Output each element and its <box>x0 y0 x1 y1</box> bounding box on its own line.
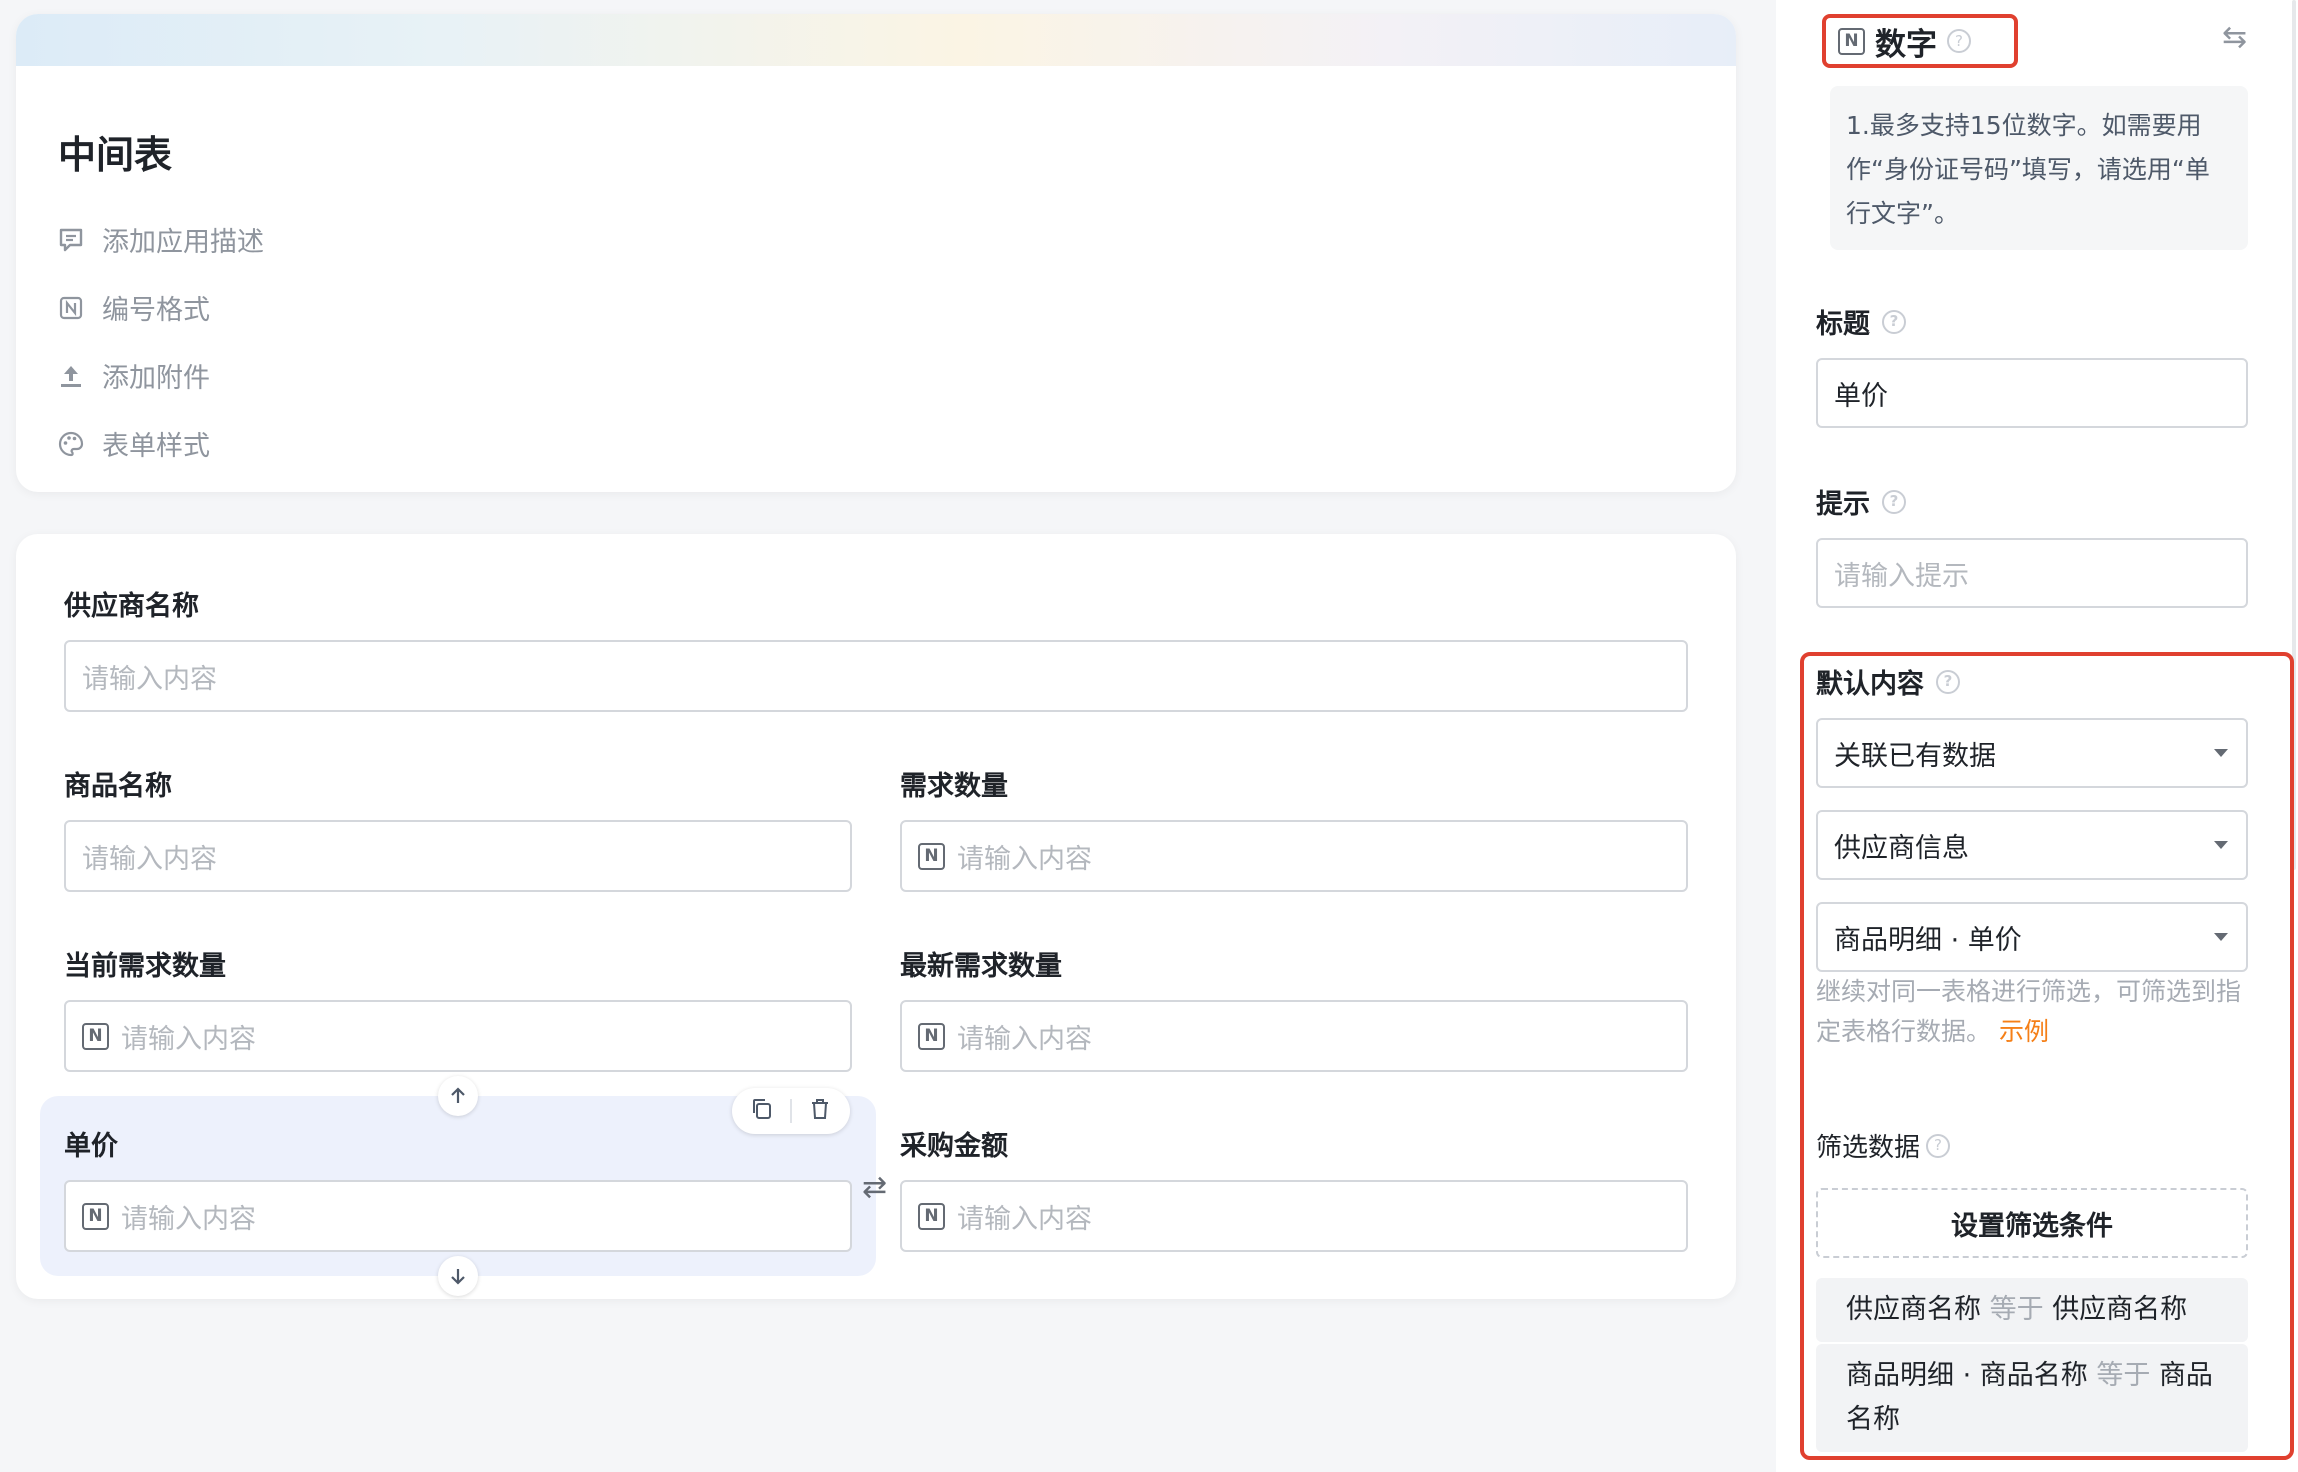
meta-label: 添加应用描述 <box>102 227 264 258</box>
field-label: 供应商名称 <box>64 591 199 622</box>
switch-type-icon[interactable]: ⇆ <box>2222 20 2247 55</box>
demand-quantity-input[interactable]: N 请输入内容 <box>900 820 1688 892</box>
number-icon: N <box>82 1202 109 1230</box>
trash-icon[interactable] <box>808 1097 832 1125</box>
number-icon: N <box>918 842 945 870</box>
hint-placeholder: 请输入提示 <box>1834 560 1969 592</box>
caret-down-icon <box>2214 933 2228 941</box>
hint-label: 提示 ? <box>1816 482 1906 521</box>
number-icon: N <box>918 1022 945 1050</box>
source-field-select[interactable]: 商品明细 · 单价 <box>1816 902 2248 972</box>
help-icon[interactable]: ? <box>1882 489 1906 514</box>
default-label-text: 默认内容 <box>1816 669 1924 700</box>
filter-condition[interactable]: 商品明细 · 商品名称 等于 商品名称 <box>1816 1344 2248 1452</box>
field-label: 商品名称 <box>64 771 172 802</box>
help-icon[interactable]: ? <box>1936 669 1960 694</box>
filter-data-label: 筛选数据 ? <box>1816 1127 1951 1164</box>
meta-label: 添加附件 <box>102 363 210 394</box>
number-format-link[interactable]: 编号格式 <box>56 288 210 327</box>
field-label: 需求数量 <box>900 771 1008 802</box>
default-mode-select[interactable]: 关联已有数据 <box>1816 718 2248 788</box>
swap-column-icon[interactable]: ⇄ <box>862 1170 887 1205</box>
condition-operator: 等于 <box>2096 1360 2151 1391</box>
filter-label-text: 筛选数据 <box>1816 1133 1921 1163</box>
number-icon: N <box>82 1022 109 1050</box>
app-header-card: 中间表 添加应用描述 编号格式 添加附件 表单样式 <box>16 14 1736 492</box>
toolbar-divider <box>790 1099 792 1123</box>
arrow-up-icon <box>451 1087 465 1103</box>
current-demand-input[interactable]: N 请输入内容 <box>64 1000 852 1072</box>
move-down-button[interactable] <box>438 1256 478 1296</box>
comment-icon <box>56 225 86 255</box>
meta-label: 编号格式 <box>102 295 210 326</box>
field-label: 采购金额 <box>900 1131 1008 1162</box>
copy-icon[interactable] <box>750 1097 774 1125</box>
form-canvas: 中间表 添加应用描述 编号格式 添加附件 表单样式 ⇄ 供应商名称 请输入内容 … <box>0 0 1760 1472</box>
condition-operator: 等于 <box>1989 1294 2044 1325</box>
product-name-input[interactable]: 请输入内容 <box>64 820 852 892</box>
caret-down-icon <box>2214 841 2228 849</box>
title-label-text: 标题 <box>1816 309 1870 340</box>
upload-icon <box>56 361 86 391</box>
add-description-link[interactable]: 添加应用描述 <box>56 220 264 259</box>
input-placeholder: 请输入内容 <box>957 1203 1092 1235</box>
arrow-down-icon <box>451 1269 465 1285</box>
data-source-select[interactable]: 供应商信息 <box>1816 810 2248 880</box>
field-type-header: N 数字 ? <box>1822 14 2018 68</box>
meta-label: 表单样式 <box>102 431 210 462</box>
condition-right: 供应商名称 <box>2052 1294 2188 1325</box>
condition-left: 商品明细 · 商品名称 <box>1846 1360 2088 1391</box>
input-placeholder: 请输入内容 <box>957 843 1092 875</box>
field-label: 当前需求数量 <box>64 951 226 982</box>
app-title[interactable]: 中间表 <box>58 124 172 179</box>
form-style-link[interactable]: 表单样式 <box>56 424 210 463</box>
title-input[interactable]: 单价 <box>1816 358 2248 428</box>
help-icon[interactable]: ? <box>1947 29 1971 53</box>
input-placeholder: 请输入内容 <box>121 1203 256 1235</box>
header-banner <box>16 14 1736 66</box>
help-icon[interactable]: ? <box>1926 1133 1951 1158</box>
number-icon: N <box>1838 27 1865 55</box>
input-placeholder: 请输入内容 <box>82 843 217 875</box>
add-attachment-link[interactable]: 添加附件 <box>56 356 210 395</box>
help-icon[interactable]: ? <box>1882 309 1906 334</box>
caret-down-icon <box>2214 749 2228 757</box>
supplier-name-input[interactable]: 请输入内容 <box>64 640 1688 712</box>
hint-input[interactable]: 请输入提示 <box>1816 538 2248 608</box>
field-label: 最新需求数量 <box>900 951 1062 982</box>
palette-icon <box>56 429 86 459</box>
hint-label-text: 提示 <box>1816 489 1870 520</box>
field-label: 单价 <box>64 1131 118 1162</box>
unit-price-input[interactable]: N 请输入内容 <box>64 1180 852 1252</box>
select-value: 商品明细 · 单价 <box>1834 924 2022 956</box>
input-placeholder: 请输入内容 <box>957 1023 1092 1055</box>
filter-condition[interactable]: 供应商名称 等于 供应商名称 <box>1816 1278 2248 1342</box>
condition-left: 供应商名称 <box>1846 1294 1981 1325</box>
input-placeholder: 请输入内容 <box>82 663 217 695</box>
select-value: 关联已有数据 <box>1834 740 1996 772</box>
default-content-label: 默认内容 ? <box>1816 662 1960 701</box>
example-link[interactable]: 示例 <box>1999 1017 2049 1046</box>
purchase-amount-input[interactable]: N 请输入内容 <box>900 1180 1688 1252</box>
latest-demand-input[interactable]: N 请输入内容 <box>900 1000 1688 1072</box>
input-placeholder: 请输入内容 <box>121 1023 256 1055</box>
filter-hint: 继续对同一表格进行筛选，可筛选到指定表格行数据。 示例 <box>1816 972 2256 1052</box>
number-icon <box>56 293 86 323</box>
field-toolbar <box>732 1088 850 1134</box>
title-label: 标题 ? <box>1816 302 1906 341</box>
move-up-button[interactable] <box>438 1076 478 1116</box>
select-value: 供应商信息 <box>1834 832 1969 864</box>
number-icon: N <box>918 1202 945 1230</box>
title-input-value: 单价 <box>1834 380 1888 412</box>
type-note: 1.最多支持15位数字。如需要用作“身份证号码”填写，请选用“单行文字”。 <box>1830 86 2248 250</box>
field-settings-panel: N 数字 ? ⇆ 1.最多支持15位数字。如需要用作“身份证号码”填写，请选用“… <box>1776 0 2298 1472</box>
field-type-title: 数字 <box>1875 26 1937 63</box>
set-filter-button[interactable]: 设置筛选条件 <box>1816 1188 2248 1258</box>
